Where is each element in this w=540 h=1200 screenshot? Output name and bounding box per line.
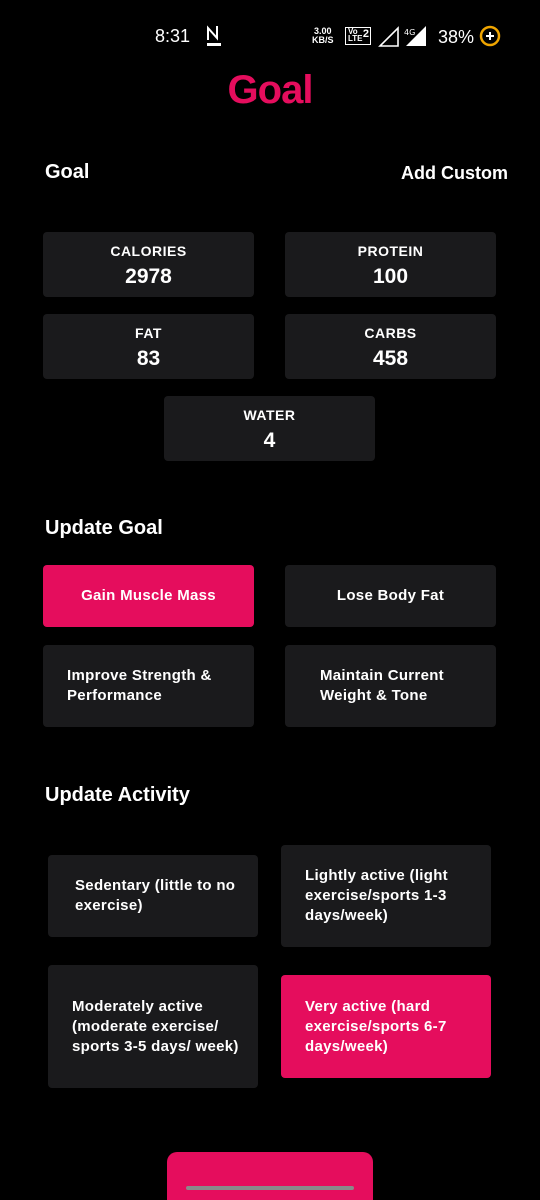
water-card: WATER 4 <box>164 396 375 461</box>
card-label: CALORIES <box>110 243 187 259</box>
activity-sedentary-button[interactable]: Sedentary (little to no exercise) <box>48 855 258 937</box>
app-notification-icon <box>207 25 221 46</box>
goal-lose-fat-button[interactable]: Lose Body Fat <box>285 565 496 627</box>
protein-card: PROTEIN 100 <box>285 232 496 297</box>
card-label: WATER <box>243 407 296 423</box>
gesture-nav-bar[interactable] <box>186 1186 354 1190</box>
fat-card: FAT 83 <box>43 314 254 379</box>
battery-level: 38% <box>438 27 475 47</box>
goal-improve-strength-button[interactable]: Improve Strength & Performance <box>43 645 254 727</box>
goal-section-title: Goal <box>45 161 90 183</box>
battery-saver-icon <box>479 25 501 47</box>
activity-very-active-button[interactable]: Very active (hard exercise/sports 6-7 da… <box>281 975 491 1078</box>
signal-icon: 4G <box>378 26 426 47</box>
card-value: 83 <box>136 347 161 370</box>
page-title: Goal <box>227 68 314 112</box>
card-value: 2978 <box>125 265 172 288</box>
card-label: CARBS <box>364 325 417 341</box>
card-value: 458 <box>372 347 409 370</box>
goal-gain-muscle-button[interactable]: Gain Muscle Mass <box>43 565 254 627</box>
volte-icon: Vo LTE 2 <box>345 27 371 45</box>
network-speed: 3.00 KB/S <box>312 26 334 45</box>
carbs-card: CARBS 458 <box>285 314 496 379</box>
calories-card: CALORIES 2978 <box>43 232 254 297</box>
save-button[interactable] <box>167 1152 373 1200</box>
status-bar: 8:31 3.00 KB/S Vo LTE 2 4G 38% <box>0 0 540 72</box>
card-label: FAT <box>135 325 162 341</box>
update-goal-title: Update Goal <box>45 517 163 539</box>
activity-moderately-active-button[interactable]: Moderately active (moderate exercise/ sp… <box>48 965 258 1088</box>
goal-maintain-weight-button[interactable]: Maintain Current Weight & Tone <box>285 645 496 727</box>
status-time: 8:31 <box>155 26 191 46</box>
card-value: 100 <box>372 265 409 288</box>
card-value: 4 <box>263 429 276 452</box>
add-custom-button[interactable]: Add Custom <box>401 163 508 184</box>
update-activity-title: Update Activity <box>45 784 190 806</box>
card-label: PROTEIN <box>357 243 424 259</box>
activity-lightly-active-button[interactable]: Lightly active (light exercise/sports 1-… <box>281 845 491 947</box>
network-type: 4G <box>404 28 415 37</box>
